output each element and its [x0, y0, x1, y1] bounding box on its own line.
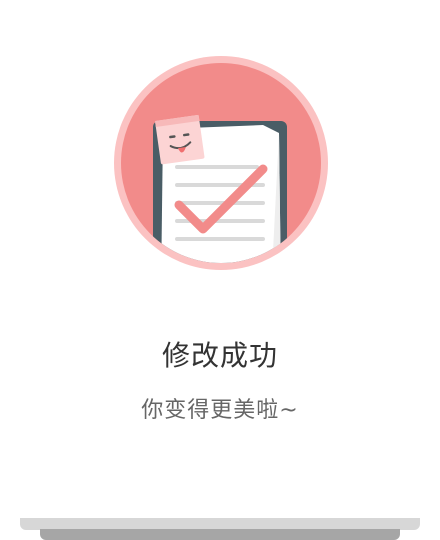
sticky-note-face-icon — [155, 114, 205, 165]
success-dialog: 修改成功 你变得更美啦~ — [0, 0, 440, 540]
bottom-shadow — [40, 529, 400, 540]
success-illustration-icon — [114, 56, 328, 270]
success-subtitle: 你变得更美啦~ — [141, 398, 299, 423]
success-title: 修改成功 — [161, 339, 278, 372]
